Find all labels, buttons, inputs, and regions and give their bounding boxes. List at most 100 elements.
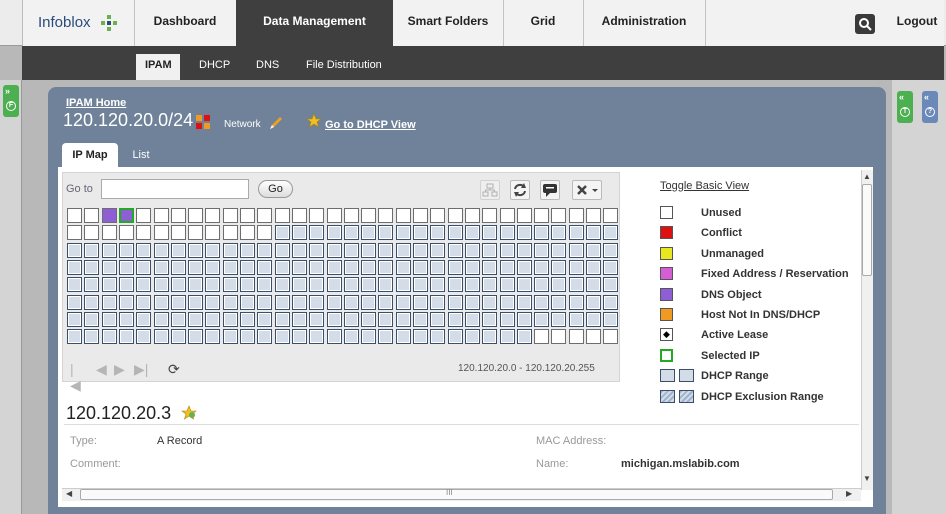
breadcrumb-ipam-home[interactable]: IPAM Home — [66, 97, 126, 109]
ip-cell[interactable] — [222, 208, 238, 223]
global-search-button[interactable] — [855, 14, 875, 34]
ip-cell[interactable] — [118, 208, 134, 223]
ip-cell[interactable] — [447, 259, 463, 275]
ip-cell[interactable] — [205, 277, 221, 293]
ip-cell[interactable] — [430, 259, 446, 275]
ip-cell[interactable] — [257, 208, 273, 223]
ip-cell[interactable] — [603, 277, 619, 293]
ip-cell[interactable] — [291, 277, 307, 293]
ip-cell[interactable] — [361, 259, 377, 275]
ip-cell[interactable] — [482, 225, 498, 241]
ip-cell[interactable] — [395, 277, 411, 293]
ip-cell[interactable] — [361, 311, 377, 327]
ip-cell[interactable] — [464, 208, 480, 223]
ip-cell[interactable] — [326, 294, 342, 310]
ip-cell[interactable] — [153, 329, 169, 345]
ip-cell[interactable] — [551, 225, 567, 241]
ip-cell[interactable] — [343, 242, 359, 258]
refresh-map-icon[interactable]: ⟳ — [168, 361, 180, 378]
ip-cell[interactable] — [534, 208, 550, 223]
tab-smart-folders[interactable]: Smart Folders — [393, 14, 503, 34]
ip-cell[interactable] — [430, 277, 446, 293]
ip-cell[interactable] — [309, 208, 325, 223]
ip-cell[interactable] — [153, 277, 169, 293]
ip-cell[interactable] — [118, 329, 134, 345]
ip-cell[interactable] — [222, 277, 238, 293]
ip-cell[interactable] — [430, 242, 446, 258]
ip-cell[interactable] — [84, 329, 100, 345]
ip-cell[interactable] — [413, 225, 428, 241]
ip-cell[interactable] — [136, 259, 152, 275]
ip-cell[interactable] — [309, 277, 325, 293]
ip-cell[interactable] — [170, 329, 186, 345]
ip-cell[interactable] — [534, 329, 550, 345]
ip-cell[interactable] — [499, 311, 515, 327]
scroll-right-arrow-icon[interactable]: ▶ — [846, 489, 852, 498]
ip-cell[interactable] — [170, 242, 186, 258]
ip-cell[interactable] — [67, 242, 82, 258]
ip-cell[interactable] — [413, 294, 428, 310]
ip-cell[interactable] — [118, 242, 134, 258]
ip-cell[interactable] — [586, 225, 601, 241]
refresh-tool-button[interactable] — [510, 180, 530, 200]
ip-cell[interactable] — [84, 294, 100, 310]
ip-cell[interactable] — [586, 294, 601, 310]
ip-cell[interactable] — [240, 225, 255, 241]
ip-cell[interactable] — [586, 311, 601, 327]
ip-cell[interactable] — [551, 242, 567, 258]
ip-cell[interactable] — [257, 311, 273, 327]
ip-cell[interactable] — [343, 259, 359, 275]
ip-cell[interactable] — [516, 277, 532, 293]
toggle-basic-view-link[interactable]: Toggle Basic View — [660, 180, 749, 192]
ip-cell[interactable] — [240, 259, 255, 275]
ip-cell[interactable] — [430, 208, 446, 223]
ip-cell[interactable] — [499, 294, 515, 310]
ip-cell[interactable] — [118, 277, 134, 293]
first-page-icon[interactable]: |◀ — [70, 361, 81, 394]
ip-cell[interactable] — [101, 294, 117, 310]
ip-cell[interactable] — [136, 277, 152, 293]
ip-cell[interactable] — [551, 277, 567, 293]
ip-cell[interactable] — [568, 329, 584, 345]
ip-cell[interactable] — [170, 208, 186, 223]
ip-cell[interactable] — [170, 259, 186, 275]
ip-cell[interactable] — [603, 242, 619, 258]
ip-cell[interactable] — [499, 329, 515, 345]
ip-cell[interactable] — [378, 277, 394, 293]
ip-cell[interactable] — [205, 329, 221, 345]
ip-cell[interactable] — [291, 242, 307, 258]
ip-cell[interactable] — [188, 311, 204, 327]
ip-cell[interactable] — [568, 259, 584, 275]
ip-cell[interactable] — [447, 242, 463, 258]
favorite-star-icon[interactable] — [306, 113, 322, 129]
ip-cell[interactable] — [568, 277, 584, 293]
ip-cell[interactable] — [170, 311, 186, 327]
ip-cell[interactable] — [516, 208, 532, 223]
ip-cell[interactable] — [568, 225, 584, 241]
ip-cell[interactable] — [361, 277, 377, 293]
expand-toolbar-button[interactable]: « T — [897, 91, 913, 123]
ip-cell[interactable] — [274, 277, 290, 293]
ip-cell[interactable] — [136, 242, 152, 258]
ip-cell[interactable] — [603, 225, 619, 241]
subtab-dns[interactable]: DNS — [256, 59, 279, 71]
ip-cell[interactable] — [101, 242, 117, 258]
ip-cell[interactable] — [447, 329, 463, 345]
ip-cell[interactable] — [274, 311, 290, 327]
ip-cell[interactable] — [101, 208, 117, 223]
ip-cell[interactable] — [136, 329, 152, 345]
goto-dhcp-view-link[interactable]: Go to DHCP View — [325, 119, 416, 131]
ip-cell[interactable] — [326, 242, 342, 258]
ip-cell[interactable] — [395, 259, 411, 275]
ip-cell[interactable] — [291, 259, 307, 275]
ip-cell[interactable] — [551, 208, 567, 223]
ip-cell[interactable] — [413, 242, 428, 258]
ip-cell[interactable] — [67, 208, 82, 223]
ip-cell[interactable] — [482, 242, 498, 258]
ip-cell[interactable] — [274, 329, 290, 345]
ip-cell[interactable] — [309, 311, 325, 327]
ip-cell[interactable] — [568, 208, 584, 223]
ip-cell[interactable] — [326, 208, 342, 223]
ip-cell[interactable] — [482, 329, 498, 345]
ip-cell[interactable] — [291, 294, 307, 310]
